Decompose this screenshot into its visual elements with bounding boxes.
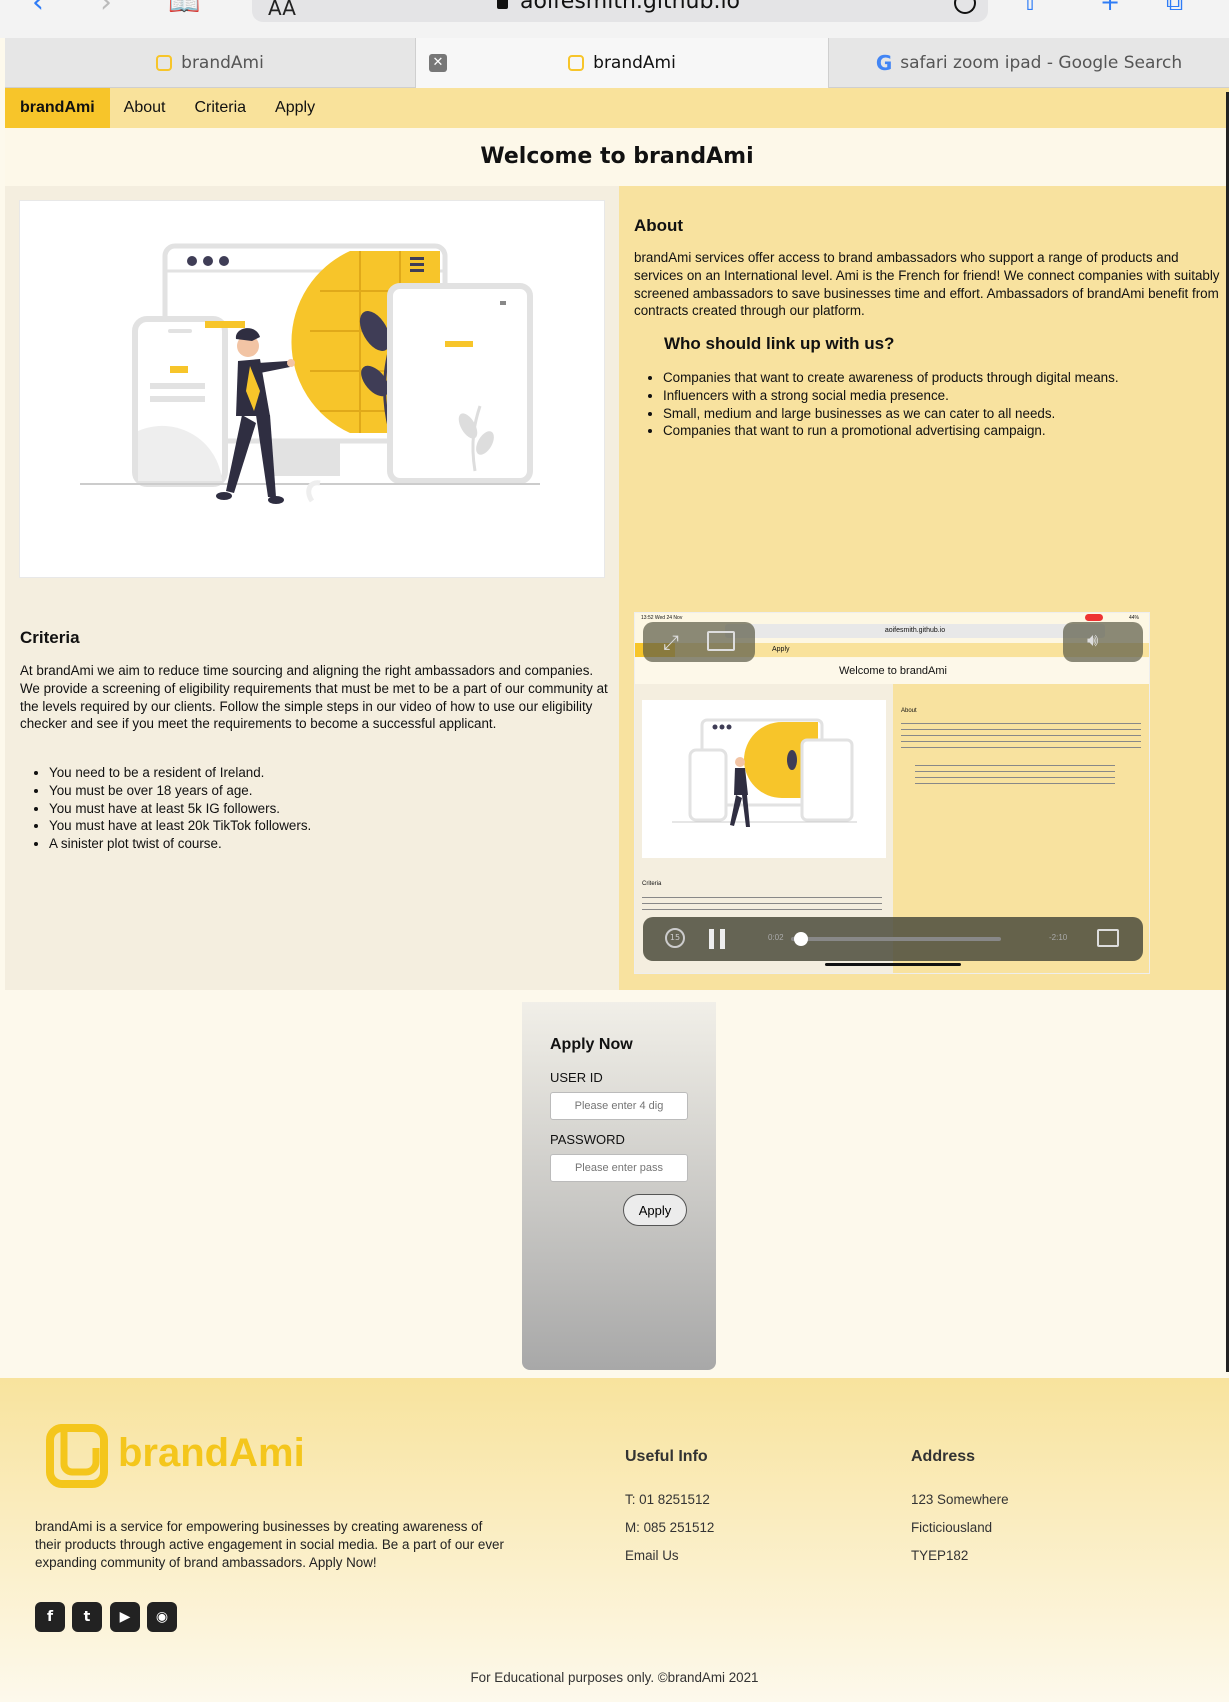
nav-link-about[interactable]: About	[124, 99, 166, 117]
text-size-button[interactable]: AA	[268, 0, 296, 20]
scrubber-thumb[interactable]	[794, 932, 809, 946]
scrubber-track[interactable]	[791, 937, 1001, 941]
tab-label: safari zoom ipad - Google Search	[900, 53, 1183, 73]
list-item: A sinister plot twist of course.	[49, 835, 619, 853]
video-about-lines	[901, 721, 1141, 749]
apply-title: Apply Now	[550, 1036, 633, 1053]
google-favicon-icon: G	[875, 51, 893, 75]
page-title: Welcome to brandAmi	[5, 128, 1229, 186]
about-list: Companies that want to create awareness …	[663, 369, 1229, 440]
new-tab-icon[interactable]: +	[1100, 0, 1120, 14]
bookmarks-icon[interactable]: 📖	[168, 0, 200, 16]
user-id-label: USER ID	[550, 1070, 603, 1085]
youtube-icon[interactable]: ▶	[110, 1602, 140, 1632]
lock-icon	[497, 0, 508, 9]
video-criteria-lines	[642, 895, 882, 915]
facebook-icon[interactable]: f	[35, 1602, 65, 1632]
record-indicator-icon	[1085, 614, 1103, 621]
tabs-overview-icon[interactable]: ⧉	[1166, 0, 1183, 14]
tab-label: brandAmi	[593, 53, 676, 73]
criteria-heading: Criteria	[20, 628, 80, 647]
right-column: About brandAmi services offer access to …	[619, 186, 1229, 990]
brandami-logo-icon	[46, 1424, 108, 1488]
user-id-input[interactable]	[550, 1092, 688, 1120]
elapsed-time: 0:02	[768, 933, 784, 942]
forward-icon[interactable]: ›	[100, 0, 112, 18]
address-bar[interactable]: AA aoifesmith.github.io	[252, 0, 988, 22]
github-icon[interactable]: ◉	[147, 1602, 177, 1632]
who-heading: Who should link up with us?	[664, 334, 895, 353]
footer: brandAmi brandAmi is a service for empow…	[0, 1378, 1229, 1702]
email-link[interactable]: Email Us	[625, 1548, 679, 1563]
picture-in-picture-icon[interactable]	[707, 631, 735, 651]
back-icon[interactable]: ‹	[32, 0, 44, 18]
address-line: 123 Somewhere	[911, 1492, 1009, 1507]
tab-google-search[interactable]: G safari zoom ipad - Google Search	[829, 38, 1229, 88]
share-icon[interactable]: ⇧	[1020, 0, 1040, 14]
about-text: brandAmi services offer access to brand …	[634, 250, 1220, 319]
list-item: You need to be a resident of Ireland.	[49, 764, 619, 782]
twitter-icon[interactable]: t	[72, 1602, 102, 1632]
phone-number: T: 01 8251512	[625, 1492, 710, 1507]
mobile-number: M: 085 251512	[625, 1520, 715, 1535]
nav-link-apply[interactable]: Apply	[275, 99, 315, 117]
apply-button[interactable]: Apply	[623, 1194, 687, 1226]
left-column: Criteria At brandAmi we aim to reduce ti…	[5, 186, 619, 990]
pause-icon[interactable]	[709, 929, 725, 949]
list-item: Influencers with a strong social media p…	[663, 387, 1229, 405]
tab-brandami-1[interactable]: brandAmi	[5, 38, 415, 88]
safari-toolbar: ‹ › 📖 AA aoifesmith.github.io ⇧ + ⧉	[0, 0, 1229, 38]
video-top-controls: ⤢	[643, 622, 755, 662]
tab-bar: brandAmi brandAmi ✕ G safari zoom ipad -…	[5, 38, 1229, 88]
video-playback-bar: 15 0:02 -2:10	[643, 917, 1143, 961]
video-about-heading: About	[901, 708, 917, 714]
video-illustration	[642, 700, 886, 858]
url-text: aoifesmith.github.io	[520, 0, 741, 14]
footer-logo-text: brandAmi	[118, 1430, 305, 1475]
remaining-time: -2:10	[1049, 933, 1068, 942]
footer-description: brandAmi is a service for empowering bus…	[35, 1519, 504, 1570]
address-line: TYEP182	[911, 1548, 969, 1563]
list-item: Companies that want to create awareness …	[663, 369, 1229, 387]
footer-logo[interactable]: brandAmi	[46, 1418, 305, 1488]
list-item: You must have at least 20k TikTok follow…	[49, 817, 619, 835]
airplay-icon[interactable]	[1097, 929, 1119, 947]
tab-brandami-active[interactable]: brandAmi	[415, 38, 829, 88]
nav-brand[interactable]: brandAmi	[5, 88, 110, 128]
criteria-list: You need to be a resident of Ireland. Yo…	[49, 764, 619, 853]
list-item: Small, medium and large businesses as we…	[663, 405, 1229, 423]
home-indicator	[825, 963, 961, 966]
address-line: Ficticiousland	[911, 1520, 993, 1535]
list-item: You must have at least 5k IG followers.	[49, 800, 619, 818]
brandami-favicon-icon	[568, 55, 585, 71]
volume-icon[interactable]: 🔊︎	[1087, 630, 1098, 651]
address-heading: Address	[911, 1448, 976, 1465]
list-item: Companies that want to run a promotional…	[663, 422, 1229, 440]
apply-form: Apply Now USER ID PASSWORD Apply	[522, 1002, 716, 1370]
criteria-text: At brandAmi we aim to reduce time sourci…	[20, 663, 608, 732]
about-heading: About	[634, 216, 684, 235]
tab-label: brandAmi	[181, 53, 264, 73]
password-input[interactable]	[550, 1154, 688, 1182]
useful-info-heading: Useful Info	[625, 1448, 708, 1465]
tutorial-video[interactable]: 13:52 Wed 24 Nov 44% aoifesmith.github.i…	[634, 612, 1150, 974]
video-volume-control[interactable]: 🔊︎	[1063, 622, 1143, 662]
video-address-bar: aoifesmith.github.io	[725, 624, 1105, 638]
video-nav-link: Apply	[772, 646, 790, 653]
hero-illustration	[19, 200, 605, 578]
password-label: PASSWORD	[550, 1132, 625, 1147]
nav-link-criteria[interactable]: Criteria	[194, 99, 246, 117]
video-about-list	[915, 763, 1115, 787]
site-navbar: brandAmi About Criteria Apply	[5, 88, 1229, 128]
fullscreen-icon[interactable]: ⤢	[663, 630, 679, 654]
copyright: For Educational purposes only. ©brandAmi…	[470, 1670, 759, 1685]
close-tab-icon[interactable]: ✕	[429, 54, 447, 72]
reload-icon[interactable]	[954, 0, 976, 14]
skip-back-15-icon[interactable]: 15	[665, 928, 685, 948]
video-criteria-heading: Criteria	[642, 881, 662, 887]
screen: { "browser": { "text_size_label": "AA", …	[0, 0, 1229, 1702]
brandami-favicon-icon	[156, 55, 173, 71]
list-item: You must be over 18 years of age.	[49, 782, 619, 800]
